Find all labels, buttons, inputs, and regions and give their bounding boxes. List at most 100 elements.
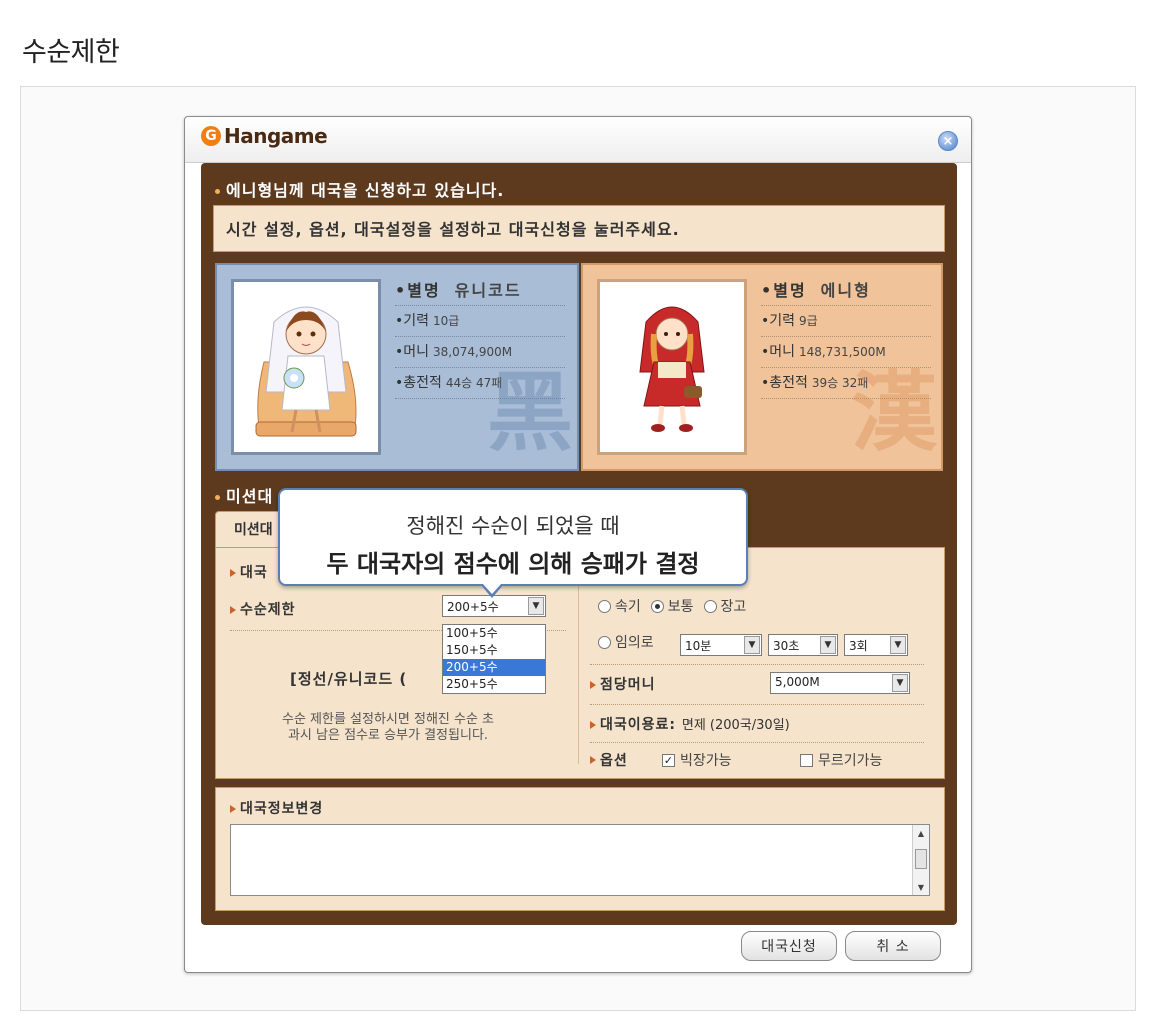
hangame-logo-text: Hangame <box>224 124 328 148</box>
scroll-up-icon[interactable]: ▲ <box>913 825 929 841</box>
chevron-down-icon: ▼ <box>528 597 544 615</box>
custom-minutes-value: 10분 <box>685 639 712 653</box>
game-info-panel: 대국정보변경 ▲ ▼ <box>215 787 945 911</box>
triangle-bullet-icon <box>230 569 236 577</box>
bet-value: 5,000M <box>775 675 820 689</box>
bride-avatar-icon <box>234 282 378 452</box>
checkbox-undo[interactable] <box>800 753 813 767</box>
player-name-row: •별명 유니코드 <box>395 275 565 306</box>
triangle-bullet-icon <box>590 681 596 689</box>
bullet-icon <box>215 189 220 194</box>
red-hood-avatar-icon <box>600 282 744 452</box>
triangle-bullet-icon <box>230 606 236 614</box>
radio-custom[interactable] <box>598 635 611 649</box>
dialog-titlebar: G Hangame × <box>185 117 971 163</box>
fee-value: 면제 (200국/30일) <box>681 718 790 733</box>
record-label: •총전적 <box>761 375 808 391</box>
custom-count-value: 3회 <box>849 639 868 653</box>
radio-fast[interactable] <box>598 599 611 613</box>
rank-label: •기력 <box>395 313 430 329</box>
avatar-self <box>231 279 381 455</box>
opponent-name-row: •별명 에니형 <box>761 275 931 306</box>
dropdown-option[interactable]: 100+5수 <box>443 625 545 642</box>
apply-button[interactable]: 대국신청 <box>741 931 837 961</box>
game-type-row: 대국 <box>230 562 268 582</box>
player-name: 유니코드 <box>454 281 522 300</box>
radio-long[interactable] <box>703 599 717 613</box>
opponent-rank: 9급 <box>799 314 818 328</box>
chevron-down-icon: ▼ <box>744 636 760 654</box>
option-bigjang-label: 빅장가능 <box>680 753 732 769</box>
cancel-button[interactable]: 취 소 <box>845 931 941 961</box>
challenge-header-text: 에니형님께 대국을 신청하고 있습니다. <box>226 181 505 200</box>
hangame-logo: G Hangame <box>201 124 328 148</box>
dropdown-option-selected[interactable]: 200+5수 <box>443 659 545 676</box>
bullet-icon <box>215 495 220 500</box>
dotted-divider <box>590 704 924 705</box>
game-type-label: 대국 <box>240 565 268 581</box>
time-radio-group: 속기 보통 장고 <box>598 596 756 616</box>
triangle-bullet-icon <box>230 805 236 813</box>
dotted-divider <box>590 664 924 665</box>
move-limit-dropdown: 100+5수 150+5수 200+5수 250+5수 <box>442 624 546 694</box>
custom-time-row: 임의로 <box>598 632 664 652</box>
move-limit-select[interactable]: 200+5수 ▼ <box>442 595 546 617</box>
opponent-name: 에니형 <box>820 281 871 300</box>
player-card-self: •별명 유니코드 •기력 10급 •머니 38,074,900M •총전적 44승 47… <box>215 263 579 471</box>
tooltip-line-2: 두 대국자의 점수에 의해 승패가 결정 <box>326 550 700 578</box>
name-label: •별명 <box>761 281 807 300</box>
rank-label: •기력 <box>761 313 796 329</box>
dropdown-option[interactable]: 250+5수 <box>443 676 545 693</box>
settings-divider <box>578 564 579 764</box>
chevron-down-icon: ▼ <box>890 636 906 654</box>
options-row: 옵션 <box>590 750 628 770</box>
mission-section-title: 미션대 <box>215 483 273 507</box>
dotted-divider <box>590 742 924 743</box>
money-label: •머니 <box>395 344 430 360</box>
game-info-title: 대국정보변경 <box>230 798 323 818</box>
tooltip-line-1: 정해진 수순이 되었을 때 <box>406 514 620 538</box>
record-label: •총전적 <box>395 375 442 391</box>
fee-row: 대국이용료: 면제 (200국/30일) <box>590 714 790 734</box>
dropdown-option[interactable]: 150+5수 <box>443 642 545 659</box>
triangle-bullet-icon <box>590 721 596 729</box>
radio-fast-label: 속기 <box>615 599 641 615</box>
chevron-down-icon: ▼ <box>892 674 908 692</box>
fee-label: 대국이용료: <box>600 717 676 733</box>
radio-normal[interactable] <box>650 599 664 613</box>
options-label: 옵션 <box>600 753 628 769</box>
instruction-box: 시간 설정, 옵션, 대국설정을 설정하고 대국신청을 눌러주세요. <box>213 205 945 252</box>
custom-seconds-select[interactable]: 30초 ▼ <box>768 634 838 656</box>
checkbox-bigjang[interactable]: ✓ <box>662 753 675 767</box>
tooltip-callout: 정해진 수순이 되었을 때 두 대국자의 점수에 의해 승패가 결정 <box>278 488 748 598</box>
triangle-bullet-icon <box>590 756 596 764</box>
custom-minutes-select[interactable]: 10분 ▼ <box>680 634 762 656</box>
scroll-thumb[interactable] <box>915 849 927 869</box>
close-button[interactable]: × <box>938 131 958 151</box>
rule-text: [정선/유니코드 ( <box>290 670 408 688</box>
opponent-rank-row: •기력 9급 <box>761 306 931 337</box>
black-stone-watermark: 黑 <box>487 362 573 463</box>
player-card-opponent: •별명 에니형 •기력 9급 •머니 148,731,500M •총전적 39승 32패… <box>581 263 943 471</box>
player-rank: 10급 <box>433 314 460 328</box>
option-undo-label: 무르기가능 <box>818 753 883 769</box>
bet-row: 점당머니 <box>590 674 656 694</box>
name-label: •별명 <box>395 281 441 300</box>
white-stone-watermark: 漢 <box>851 362 937 463</box>
option-undo: 무르기가능 <box>800 750 882 770</box>
move-limit-label: 수순제한 <box>240 602 296 618</box>
radio-custom-label: 임의로 <box>615 635 654 651</box>
custom-count-select[interactable]: 3회 ▼ <box>844 634 908 656</box>
game-info-textarea[interactable]: ▲ ▼ <box>230 824 930 896</box>
chevron-down-icon: ▼ <box>820 636 836 654</box>
page-title: 수순제한 <box>22 37 120 68</box>
avatar-opponent <box>597 279 747 455</box>
radio-long-label: 장고 <box>720 599 747 615</box>
custom-seconds-value: 30초 <box>773 639 800 653</box>
tooltip-tail-inner <box>482 583 502 594</box>
instruction-text: 시간 설정, 옵션, 대국설정을 설정하고 대국신청을 눌러주세요. <box>226 220 680 239</box>
scroll-down-icon[interactable]: ▼ <box>913 879 929 895</box>
bet-label: 점당머니 <box>600 677 656 693</box>
scrollbar[interactable]: ▲ ▼ <box>912 825 929 895</box>
bet-select[interactable]: 5,000M ▼ <box>770 672 910 694</box>
